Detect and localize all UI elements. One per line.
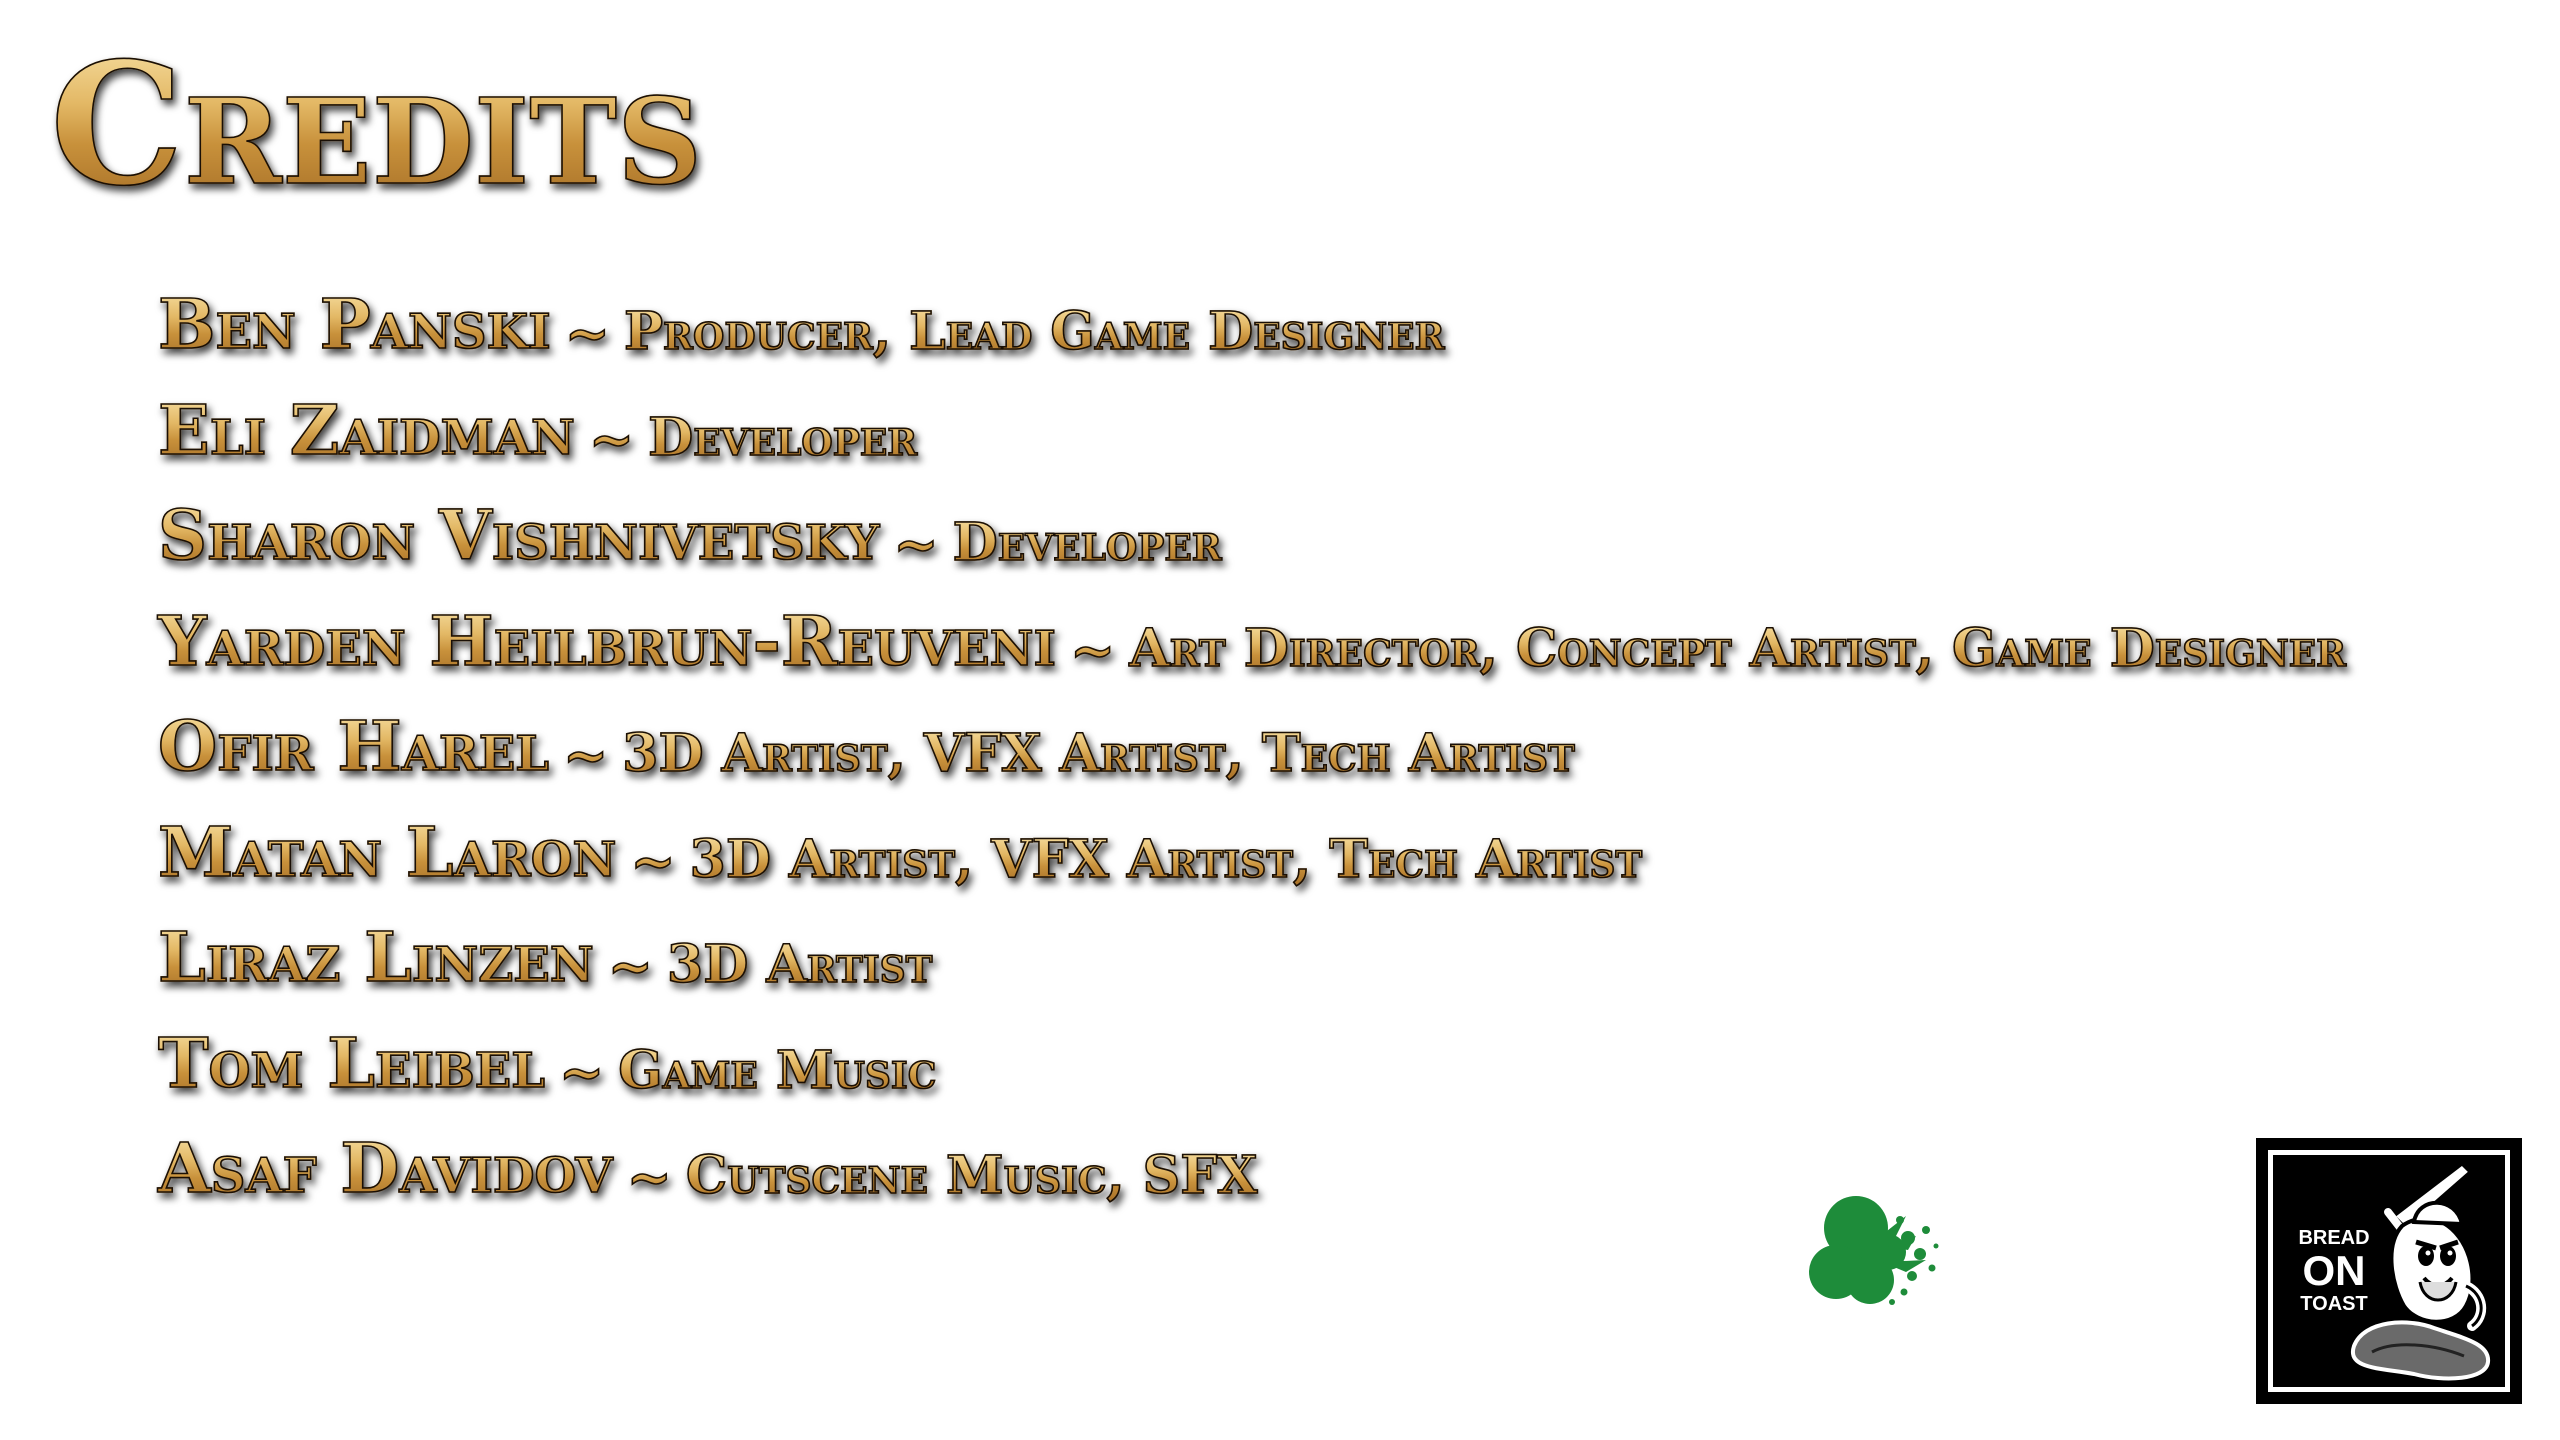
- logo-text-bread: BREAD: [2298, 1227, 2370, 1249]
- credit-row: Ben Panski ~ Producer, Lead Game Designe…: [157, 285, 2346, 396]
- credit-role: Cutscene Music, SFX: [685, 1145, 1258, 1206]
- credit-separator: ~: [564, 301, 611, 365]
- credit-name: Asaf Davidov: [157, 1129, 613, 1209]
- credit-separator: ~: [630, 828, 677, 893]
- credit-name: Eli Zaidman: [157, 390, 576, 471]
- credit-separator: ~: [562, 723, 609, 787]
- credit-row: Yarden Heilbrun-Reuveni ~ Art Director, …: [157, 601, 2347, 713]
- credits-title: Credits: [49, 25, 703, 223]
- credit-role: Developer: [647, 406, 918, 468]
- credit-separator: ~: [607, 934, 654, 998]
- credit-row: Sharon Vishnivetsky ~ Developer: [157, 496, 2346, 607]
- credit-separator: ~: [1069, 617, 1116, 682]
- credit-separator: ~: [588, 406, 635, 471]
- credit-row: Tom Leibel ~ Game Music: [157, 1023, 2346, 1135]
- credit-role: Game Music: [617, 1039, 937, 1101]
- credits-list: Ben Panski ~ Producer, Lead Game Designe…: [157, 285, 2347, 1240]
- credit-name: Ben Panski: [157, 285, 551, 365]
- credit-row: Matan Laron ~ 3D Artist, VFX Artist, Tec…: [157, 812, 2346, 924]
- credit-row: Ofir Harel ~ 3D Artist, VFX Artist, Tech…: [157, 707, 2346, 818]
- credit-role: Producer, Lead Game Designer: [623, 301, 1445, 362]
- logo-wordmark: BREAD ON TOAST: [2286, 1228, 2382, 1314]
- studio-logo: BREAD ON TOAST: [2256, 1138, 2522, 1404]
- credit-role: 3D Artist, VFX Artist, Tech Artist: [689, 828, 1643, 890]
- credit-role: Developer: [952, 512, 1223, 573]
- credit-separator: ~: [626, 1145, 673, 1209]
- credit-name: Sharon Vishnivetsky: [157, 496, 880, 576]
- credit-name: Tom Leibel: [157, 1023, 546, 1104]
- credit-name: Liraz Linzen: [157, 918, 594, 998]
- credit-name: Ofir Harel: [157, 707, 550, 787]
- credit-name: Yarden Heilbrun-Reuveni: [157, 601, 1057, 682]
- credit-role: 3D Artist, VFX Artist, Tech Artist: [621, 723, 1575, 784]
- credit-role: 3D Artist: [666, 934, 933, 995]
- credit-separator: ~: [893, 512, 940, 576]
- logo-text-on: ON: [2302, 1247, 2366, 1294]
- credit-name: Matan Laron: [157, 812, 617, 893]
- credit-row: Eli Zaidman ~ Developer: [157, 390, 2346, 502]
- credit-separator: ~: [558, 1039, 605, 1104]
- green-paint-splat-icon: [1809, 1196, 1939, 1305]
- credit-role: Art Director, Concept Artist, Game Desig…: [1128, 617, 2347, 679]
- logo-text-toast: TOAST: [2300, 1293, 2368, 1315]
- credit-row: Asaf Davidov ~ Cutscene Music, SFX: [157, 1129, 2346, 1240]
- credit-row: Liraz Linzen ~ 3D Artist: [157, 918, 2346, 1029]
